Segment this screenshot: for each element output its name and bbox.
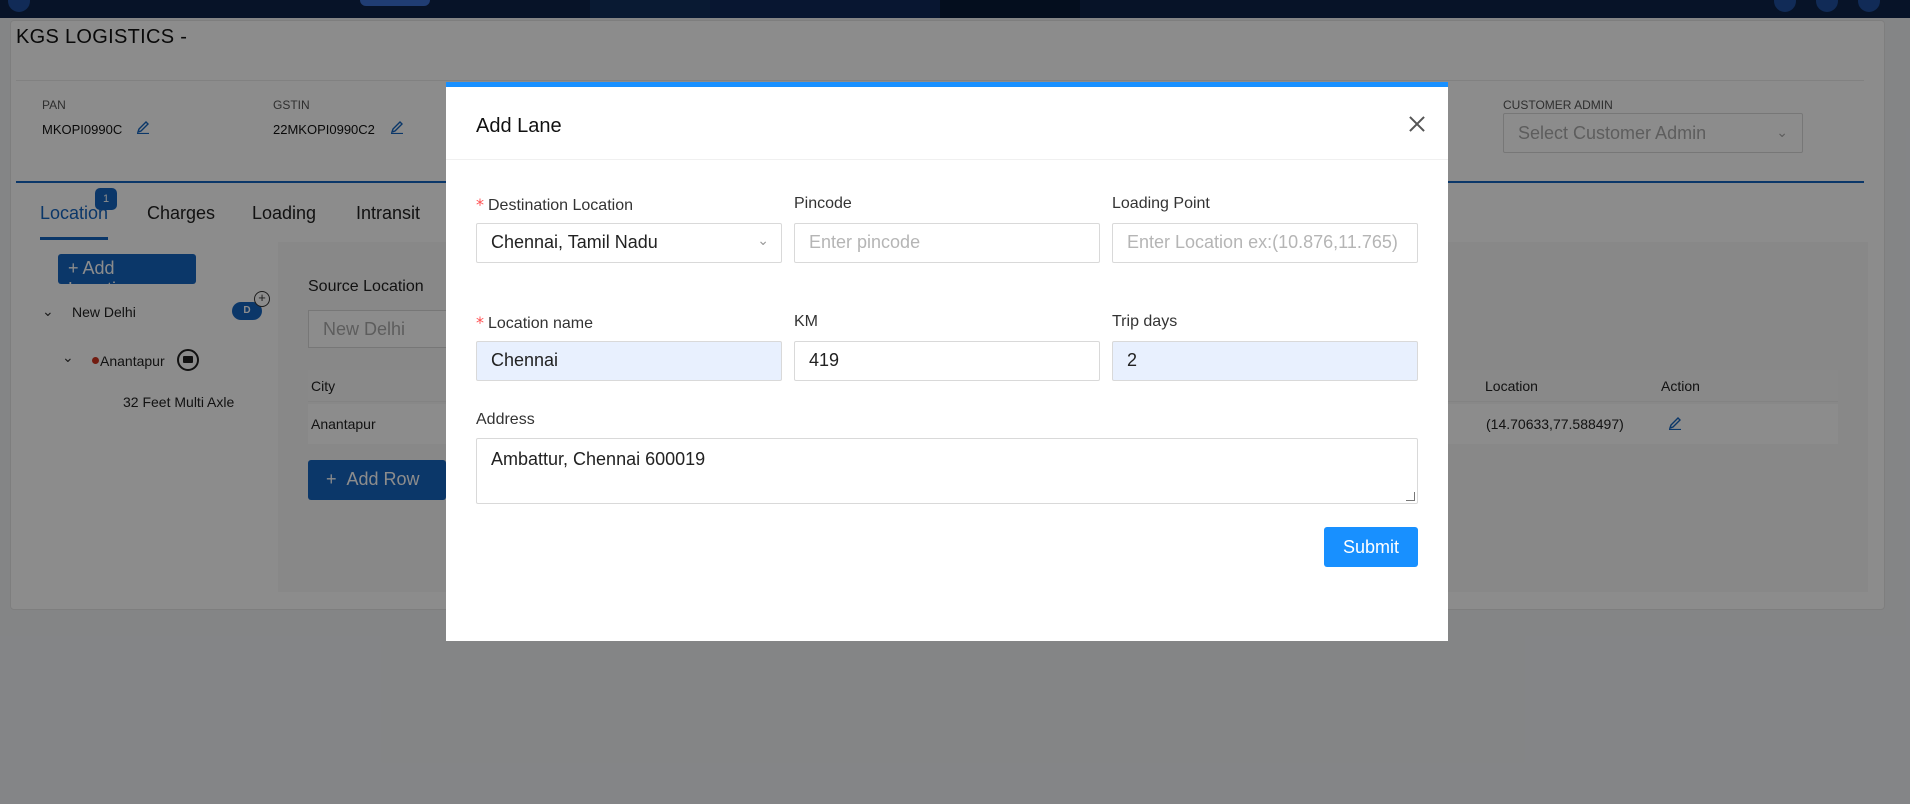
loading-point-label: Loading Point xyxy=(1112,195,1210,212)
close-icon[interactable] xyxy=(1404,111,1430,137)
chevron-down-icon: ⌄ xyxy=(757,232,769,248)
destination-location-value: Chennai, Tamil Nadu xyxy=(491,232,658,252)
loading-point-input[interactable]: Enter Location ex:(10.876,11.765) xyxy=(1112,223,1418,263)
km-label: KM xyxy=(794,313,818,330)
location-name-label: * Location name xyxy=(476,313,593,333)
destination-location-label-text: Destination Location xyxy=(488,197,633,214)
location-name-label-text: Location name xyxy=(488,315,593,332)
pincode-label: Pincode xyxy=(794,195,852,212)
modal-title: Add Lane xyxy=(476,115,562,137)
address-textarea[interactable]: Ambattur, Chennai 600019 xyxy=(476,438,1418,504)
km-input[interactable]: 419 xyxy=(794,341,1100,381)
pincode-input[interactable]: Enter pincode xyxy=(794,223,1100,263)
modal-header: Add Lane xyxy=(446,87,1448,160)
trip-days-label: Trip days xyxy=(1112,313,1178,330)
required-icon: * xyxy=(476,195,484,214)
address-value: Ambattur, Chennai 600019 xyxy=(491,449,706,469)
location-name-input[interactable]: Chennai xyxy=(476,341,782,381)
resize-handle-icon[interactable] xyxy=(1406,492,1415,501)
destination-location-select[interactable]: Chennai, Tamil Nadu ⌄ xyxy=(476,223,782,263)
add-lane-modal: Add Lane * Destination Location Chennai, … xyxy=(446,82,1448,641)
destination-location-label: * Destination Location xyxy=(476,195,633,215)
required-icon: * xyxy=(476,313,484,332)
address-label: Address xyxy=(476,411,535,428)
submit-button[interactable]: Submit xyxy=(1324,527,1418,567)
trip-days-input[interactable]: 2 xyxy=(1112,341,1418,381)
